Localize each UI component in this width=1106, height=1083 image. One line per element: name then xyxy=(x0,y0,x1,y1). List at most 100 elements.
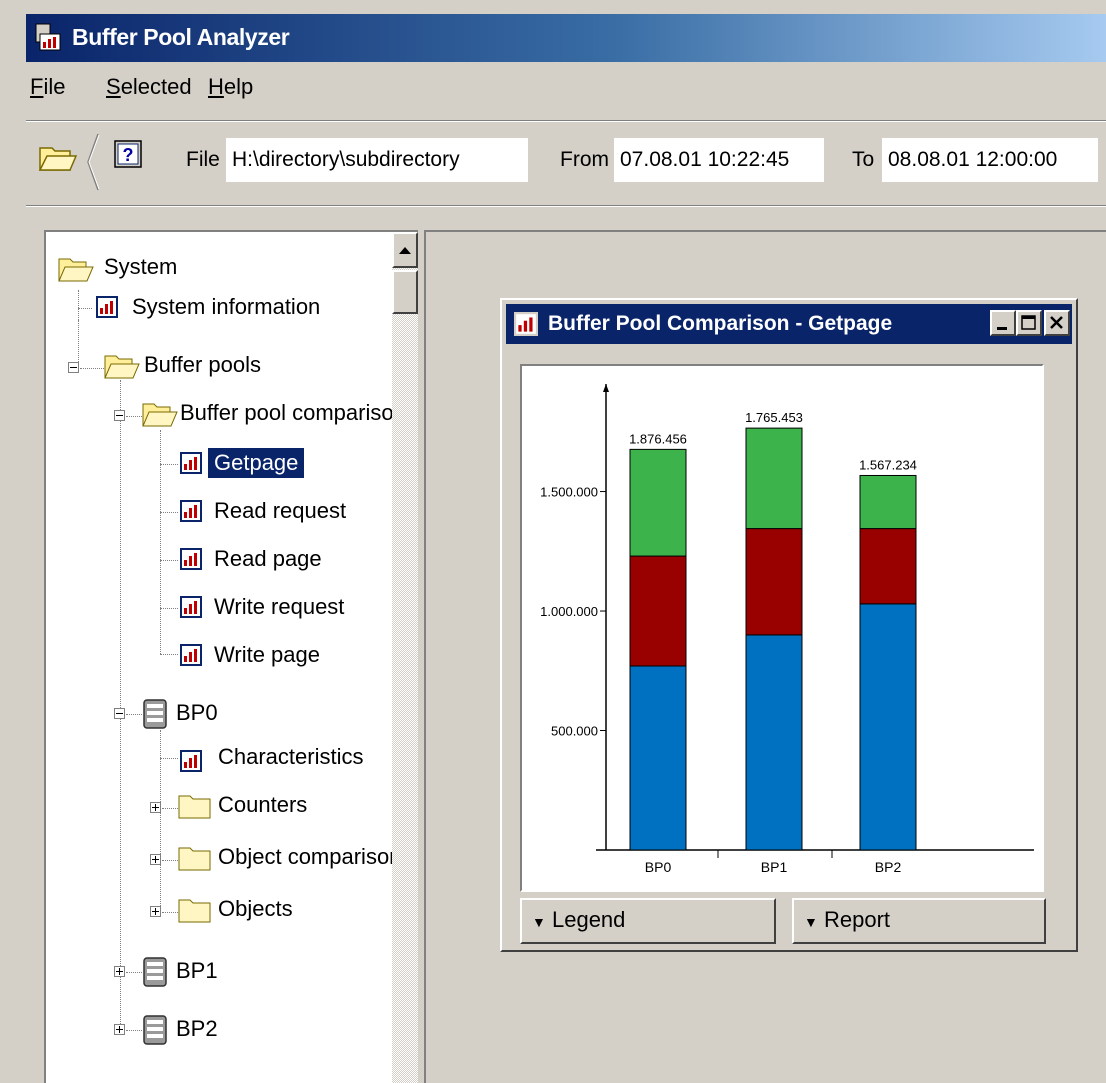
bar-segment xyxy=(745,427,803,530)
maximize-button[interactable] xyxy=(1016,310,1042,336)
chart-window-title-bar[interactable]: Buffer Pool Comparison - Getpage xyxy=(506,304,1072,344)
folder-open-icon xyxy=(58,258,94,282)
y-tick-label: 1.000.000 xyxy=(540,604,598,619)
tree-item-read-request[interactable]: Read request xyxy=(214,496,346,526)
bar-segment xyxy=(859,603,917,851)
tree-line xyxy=(160,464,178,465)
expand-toggle-plus xyxy=(150,802,161,813)
bar-segment xyxy=(629,448,687,557)
legend-button[interactable]: ▼ Legend xyxy=(520,898,776,944)
tree-line xyxy=(162,912,178,913)
close-icon xyxy=(1050,316,1063,329)
tree-item-object-comparison[interactable]: Object comparisor xyxy=(218,842,397,872)
minimize-button[interactable] xyxy=(990,310,1016,336)
x-tick-label: BP2 xyxy=(875,859,902,875)
svg-text:?: ? xyxy=(123,145,134,165)
tree-line xyxy=(160,608,178,609)
bar-segment xyxy=(629,665,687,851)
menu-file-rest: ile xyxy=(43,74,66,99)
tree-item-buffer-pools[interactable]: Buffer pools xyxy=(144,350,261,380)
expand-toggle[interactable] xyxy=(114,966,125,977)
database-icon xyxy=(143,699,167,729)
folder-icon xyxy=(178,899,211,923)
tree-item-system[interactable]: System xyxy=(104,252,177,282)
scroll-up-button[interactable] xyxy=(392,232,418,268)
bar-segment xyxy=(859,528,917,605)
chart-document-icon xyxy=(180,750,202,772)
bar-segment xyxy=(859,474,917,530)
bar-total-label: 1.567.234 xyxy=(859,457,917,472)
title-bar[interactable]: Buffer Pool Analyzer xyxy=(26,14,1106,62)
tree-item-write-page[interactable]: Write page xyxy=(214,640,320,670)
y-tick-label: 1.500.000 xyxy=(540,485,598,500)
expand-toggle[interactable] xyxy=(150,854,161,865)
bar-segment xyxy=(745,634,803,851)
menu-file-accel: F xyxy=(30,74,44,99)
tree-item-getpage[interactable]: Getpage xyxy=(208,448,305,478)
menu-help[interactable]: Help xyxy=(208,74,253,100)
tree-line xyxy=(80,368,104,369)
chart-window-title: Buffer Pool Comparison - Getpage xyxy=(548,312,893,335)
x-tick-label: BP0 xyxy=(645,859,672,875)
tree-line xyxy=(78,320,79,366)
tree-item-read-page[interactable]: Read page xyxy=(214,544,322,574)
folder-open-icon xyxy=(104,355,140,379)
menu-file[interactable]: File xyxy=(30,74,65,100)
tree-line xyxy=(162,860,178,861)
file-label: File xyxy=(186,148,220,171)
open-folder-icon[interactable] xyxy=(38,142,78,174)
chart-document-icon xyxy=(180,548,202,570)
tree-line xyxy=(160,654,178,655)
from-date-field[interactable]: 07.08.01 10:22:45 xyxy=(614,138,824,182)
tree-item-bp1[interactable]: BP1 xyxy=(176,956,218,986)
tree-item-bp0[interactable]: BP0 xyxy=(176,698,218,728)
tree-line xyxy=(126,1030,142,1031)
tree-item-bp2[interactable]: BP2 xyxy=(176,1014,218,1044)
bar-segment xyxy=(745,528,803,636)
file-path-field[interactable]: H:\directory\subdirectory xyxy=(226,138,528,182)
tree-item-objects[interactable]: Objects xyxy=(218,894,293,924)
menu-separator xyxy=(26,120,1106,122)
app-icon xyxy=(35,23,61,51)
chart-document-icon xyxy=(180,500,202,522)
dropdown-arrow-icon: ▼ xyxy=(804,914,818,930)
collapse-toggle[interactable] xyxy=(114,410,125,421)
report-button[interactable]: ▼ Report xyxy=(792,898,1046,944)
folder-icon xyxy=(178,847,211,871)
toolbar-separator-line xyxy=(26,205,1106,207)
help-icon[interactable]: ? xyxy=(114,140,144,170)
expand-toggle[interactable] xyxy=(114,1024,125,1035)
y-axis-arrow xyxy=(603,384,609,392)
bar-total-label: 1.765.453 xyxy=(745,410,803,425)
to-date-field[interactable]: 08.08.01 12:00:00 xyxy=(882,138,1098,182)
tree-line xyxy=(160,512,178,513)
database-icon xyxy=(143,1015,167,1045)
menu-selected[interactable]: Selected xyxy=(106,74,192,100)
collapse-toggle[interactable] xyxy=(114,708,125,719)
maximize-icon xyxy=(1021,315,1036,330)
chart-document-icon xyxy=(180,452,202,474)
tree-item-write-request[interactable]: Write request xyxy=(214,592,344,622)
chart-window[interactable]: Buffer Pool Comparison - Getpage 500.000… xyxy=(500,298,1078,952)
menu-help-rest: elp xyxy=(223,74,254,99)
tree-line xyxy=(126,972,142,973)
toolbar-separator xyxy=(87,133,100,191)
tree-item-buffer-pool-comparison[interactable]: Buffer pool compariso xyxy=(180,398,394,428)
tree-item-system-information[interactable]: System information xyxy=(132,292,320,322)
scroll-thumb[interactable] xyxy=(392,270,418,314)
arrow-up-icon xyxy=(399,247,411,254)
chart-document-icon xyxy=(180,644,202,666)
bar-total-label: 1.876.456 xyxy=(629,431,687,446)
close-button[interactable] xyxy=(1044,310,1070,336)
tree-line xyxy=(78,308,92,309)
folder-icon xyxy=(178,795,211,819)
tree-line xyxy=(126,714,142,715)
bar-segment xyxy=(629,555,687,667)
collapse-toggle[interactable] xyxy=(68,362,79,373)
from-label: From xyxy=(560,148,609,171)
stacked-bar-chart: 500.000 1.000.000 1.500.000 1.876.456 BP0 1.7… xyxy=(540,384,1034,875)
expand-toggle[interactable] xyxy=(150,906,161,917)
tree-item-counters[interactable]: Counters xyxy=(218,790,307,820)
tree-scrollbar[interactable] xyxy=(392,232,418,1083)
tree-item-characteristics[interactable]: Characteristics xyxy=(218,742,363,772)
